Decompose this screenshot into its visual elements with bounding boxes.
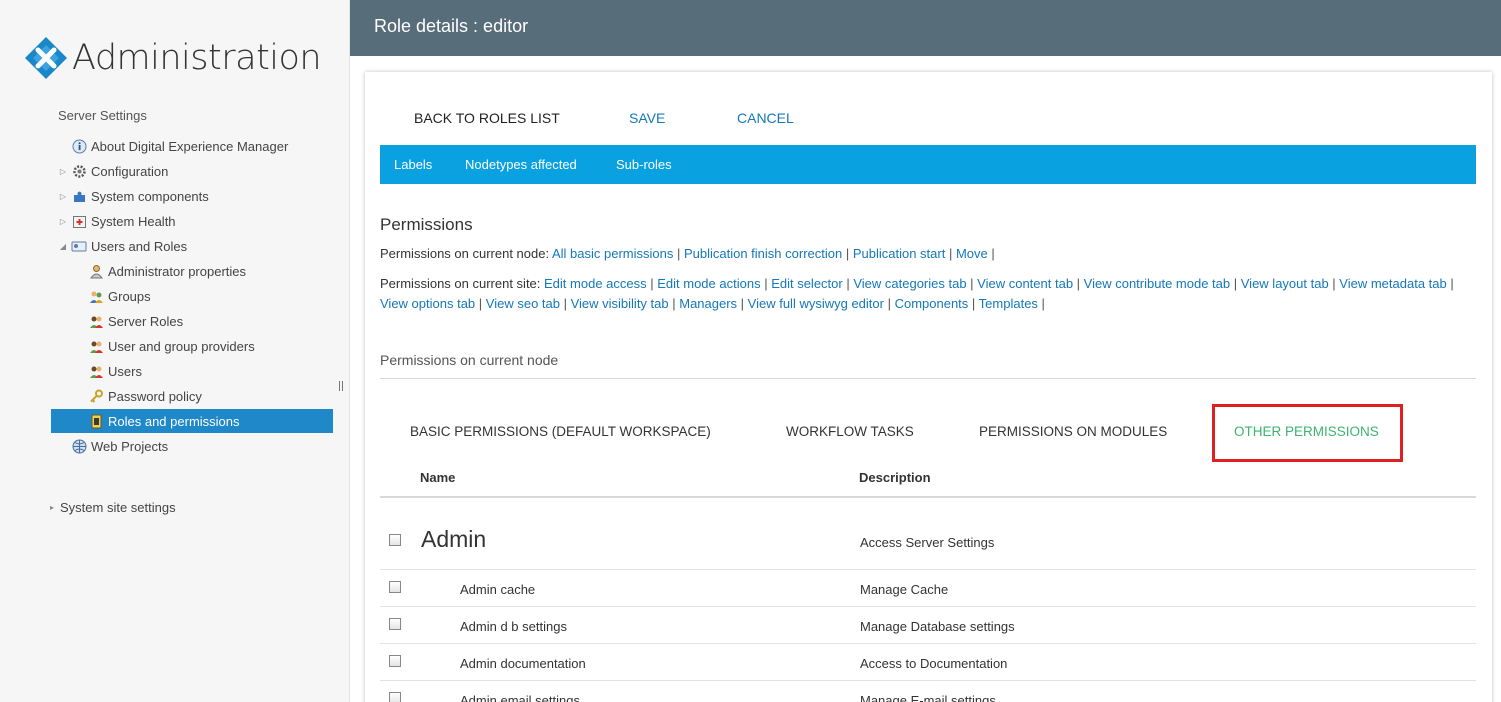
row-checkbox[interactable] xyxy=(389,581,401,593)
health-icon xyxy=(71,213,87,229)
divider xyxy=(380,378,1476,379)
table-header-divider xyxy=(380,496,1476,498)
perm-link[interactable]: View visibility tab xyxy=(571,296,669,311)
tab-permissions-on-modules[interactable]: PERMISSIONS ON MODULES xyxy=(979,424,1167,439)
globe-icon xyxy=(71,438,87,454)
node-permissions-summary: Permissions on current node: All basic p… xyxy=(380,246,995,261)
group-name: Admin xyxy=(421,526,487,552)
sidebar-item-configuration[interactable]: ▷ Configuration xyxy=(58,159,168,183)
key-icon xyxy=(88,388,104,404)
perm-link[interactable]: Managers xyxy=(679,296,737,311)
perm-link[interactable]: View layout tab xyxy=(1241,276,1329,291)
table-row: Admin cache Manage Cache xyxy=(380,570,1476,607)
perm-link[interactable]: View metadata tab xyxy=(1339,276,1446,291)
perm-link[interactable]: View contribute mode tab xyxy=(1084,276,1230,291)
perm-link[interactable]: Components xyxy=(895,296,969,311)
users-roles-icon xyxy=(71,238,87,254)
roles-icon xyxy=(88,313,104,329)
table-row: Admin d b settings Manage Database setti… xyxy=(380,607,1476,644)
row-checkbox[interactable] xyxy=(389,692,401,702)
perm-link[interactable]: View full wysiwyg editor xyxy=(748,296,884,311)
sidebar-resize-handle[interactable] xyxy=(339,381,343,391)
perm-link[interactable]: View options tab xyxy=(380,296,475,311)
groups-icon xyxy=(88,288,104,304)
role-details-panel: BACK TO ROLES LIST SAVE CANCEL Labels No… xyxy=(365,72,1492,702)
row-checkbox[interactable] xyxy=(389,655,401,667)
sidebar-item-roles-and-permissions[interactable]: Roles and permissions xyxy=(51,409,333,433)
cancel-button[interactable]: CANCEL xyxy=(737,110,794,126)
page-title: Role details : editor xyxy=(374,16,529,36)
role-tabs-bar: Labels Nodetypes affected Sub-roles xyxy=(380,145,1476,184)
collapse-arrow-icon[interactable]: ◢ xyxy=(58,242,68,251)
expand-arrow-icon[interactable]: ▷ xyxy=(58,192,68,201)
save-button[interactable]: SAVE xyxy=(629,110,665,126)
sidebar-item-password-policy[interactable]: Password policy xyxy=(88,384,202,408)
sidebar-item-web-projects[interactable]: Web Projects xyxy=(58,434,168,458)
highlight-box xyxy=(1212,404,1403,462)
expand-arrow-icon[interactable]: ▷ xyxy=(58,217,68,226)
perm-link[interactable]: View categories tab xyxy=(853,276,966,291)
sidebar-item-administrator-properties[interactable]: Administrator properties xyxy=(88,259,246,283)
perm-link[interactable]: All basic permissions xyxy=(552,246,673,261)
brand: Administration xyxy=(24,36,322,80)
sidebar-item-users[interactable]: Users xyxy=(88,359,142,383)
perm-link[interactable]: Publication start xyxy=(853,246,946,261)
user-icon xyxy=(88,263,104,279)
sidebar-item-user-group-providers[interactable]: User and group providers xyxy=(88,334,255,358)
app-title: Administration xyxy=(72,38,322,78)
column-header-description: Description xyxy=(859,470,931,485)
sidebar-item-system-components[interactable]: ▷ System components xyxy=(58,184,209,208)
info-icon xyxy=(71,138,87,154)
back-to-roles-list-button[interactable]: BACK TO ROLES LIST xyxy=(414,110,560,126)
table-row: Admin documentation Access to Documentat… xyxy=(380,644,1476,681)
column-header-name: Name xyxy=(420,470,456,485)
perm-link[interactable]: Edit mode actions xyxy=(657,276,760,291)
perm-link[interactable]: Edit mode access xyxy=(544,276,647,291)
tab-basic-permissions[interactable]: BASIC PERMISSIONS (DEFAULT WORKSPACE) xyxy=(410,424,711,439)
sidebar-item-groups[interactable]: Groups xyxy=(88,284,151,308)
row-checkbox[interactable] xyxy=(389,618,401,630)
sidebar-item-users-and-roles[interactable]: ◢ Users and Roles xyxy=(58,234,187,258)
perm-link[interactable]: Templates xyxy=(979,296,1038,311)
tab-labels[interactable]: Labels xyxy=(394,157,432,172)
permissions-heading: Permissions xyxy=(380,215,473,234)
perm-link[interactable]: View seo tab xyxy=(486,296,560,311)
server-settings-label[interactable]: Server Settings xyxy=(58,108,147,123)
puzzle-icon xyxy=(71,188,87,204)
tab-workflow-tasks[interactable]: WORKFLOW TASKS xyxy=(786,424,914,439)
site-permissions-summary: Permissions on current site: Edit mode a… xyxy=(380,276,1454,311)
node-permissions-heading: Permissions on current node xyxy=(380,352,559,368)
sidebar: Administration Server Settings About Dig… xyxy=(0,0,350,702)
sidebar-item-system-health[interactable]: ▷ System Health xyxy=(58,209,176,233)
admin-checkbox[interactable] xyxy=(389,534,401,546)
gear-icon xyxy=(71,163,87,179)
system-site-settings[interactable]: ▸ System site settings xyxy=(47,495,176,519)
perm-link[interactable]: Publication finish correction xyxy=(684,246,842,261)
perm-link[interactable]: Move xyxy=(956,246,988,261)
sidebar-item-server-roles[interactable]: Server Roles xyxy=(88,309,183,333)
sidebar-item-about[interactable]: About Digital Experience Manager xyxy=(58,134,288,158)
table-row: Admin email settings Manage E-mail setti… xyxy=(380,681,1476,702)
tab-nodetypes-affected[interactable]: Nodetypes affected xyxy=(465,157,577,172)
perm-link[interactable]: View content tab xyxy=(977,276,1073,291)
roles-permissions-icon xyxy=(88,413,104,429)
tab-sub-roles[interactable]: Sub-roles xyxy=(616,157,672,172)
expand-arrow-icon[interactable]: ▸ xyxy=(47,503,57,512)
header-bar: Role details : editor xyxy=(350,0,1501,56)
providers-icon xyxy=(88,338,104,354)
expand-arrow-icon[interactable]: ▷ xyxy=(58,167,68,176)
perm-link[interactable]: Edit selector xyxy=(771,276,843,291)
administration-logo-icon xyxy=(24,36,68,80)
table-group-row: Admin Access Server Settings xyxy=(380,500,1476,570)
group-description: Access Server Settings xyxy=(860,535,995,550)
users-icon xyxy=(88,363,104,379)
